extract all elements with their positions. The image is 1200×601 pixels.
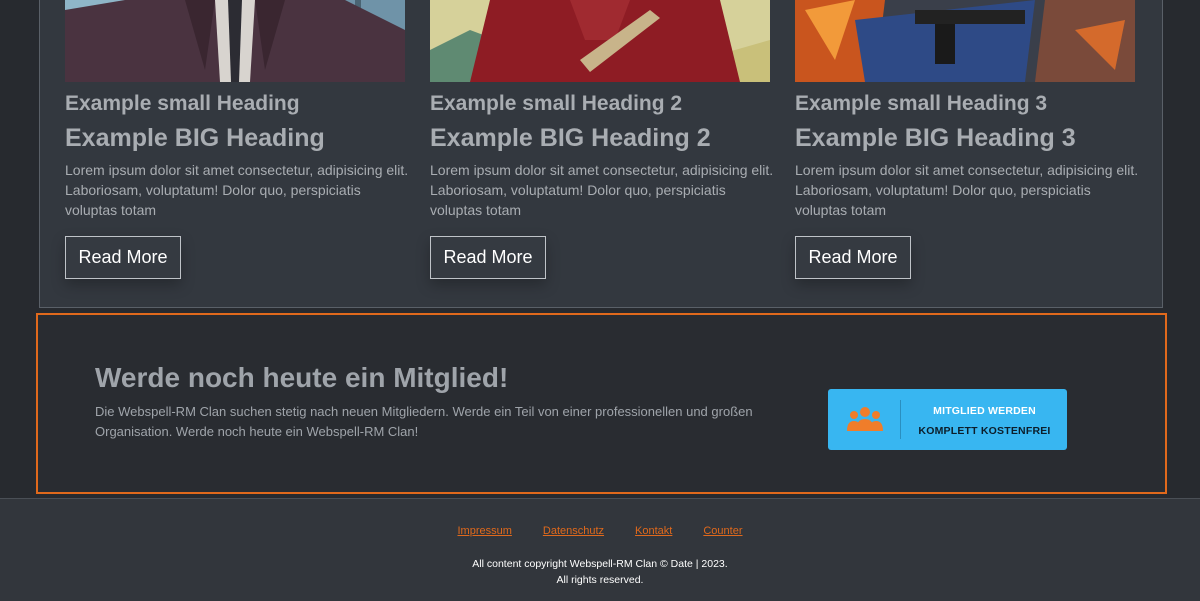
- footer-link-counter[interactable]: Counter: [703, 525, 742, 537]
- card-big-heading: Example BIG Heading: [65, 124, 325, 152]
- footer-link-impressum[interactable]: Impressum: [457, 525, 511, 537]
- banner-text: Die Webspell-RM Clan suchen stetig nach …: [95, 404, 753, 439]
- card-small-heading: Example small Heading 3: [795, 92, 1048, 115]
- card-image: [430, 0, 770, 82]
- button-label-line1: MITGLIED WERDEN: [933, 405, 1036, 417]
- card-text: Lorem ipsum dolor sit amet consectetur, …: [430, 162, 774, 218]
- card-big-heading: Example BIG Heading 3: [795, 124, 1076, 152]
- become-member-button[interactable]: MITGLIED WERDEN KOMPLETT KOSTENFREI: [828, 389, 1067, 450]
- footer-links: Impressum Datenschutz Kontakt Counter: [0, 525, 1200, 537]
- group-icon: [847, 407, 883, 431]
- card-big-heading: Example BIG Heading 2: [430, 124, 711, 152]
- footer-link-kontakt[interactable]: Kontakt: [635, 525, 672, 537]
- copyright-line2: All rights reserved.: [556, 574, 644, 586]
- card-text: Lorem ipsum dolor sit amet consectetur, …: [795, 162, 1139, 218]
- copyright-line1: All content copyright Webspell-RM Clan ©…: [472, 558, 728, 570]
- cards-section: Example small Heading Example BIG Headin…: [39, 0, 1163, 308]
- card-text: Lorem ipsum dolor sit amet consectetur, …: [65, 162, 409, 218]
- button-label-line2: KOMPLETT KOSTENFREI: [918, 425, 1051, 437]
- card-small-heading: Example small Heading 2: [430, 92, 683, 115]
- read-more-button[interactable]: Read More: [430, 236, 546, 279]
- read-more-button[interactable]: Read More: [795, 236, 911, 279]
- card-image: [795, 0, 1135, 82]
- card-image: [65, 0, 405, 82]
- footer-link-datenschutz[interactable]: Datenschutz: [543, 525, 604, 537]
- read-more-button[interactable]: Read More: [65, 236, 181, 279]
- footer: Impressum Datenschutz Kontakt Counter Al…: [0, 498, 1200, 601]
- button-divider: [900, 400, 901, 439]
- card-small-heading: Example small Heading: [65, 92, 300, 115]
- copyright: All content copyright Webspell-RM Clan ©…: [0, 556, 1200, 588]
- banner-title: Werde noch heute ein Mitglied!: [95, 362, 509, 393]
- membership-banner: Werde noch heute ein Mitglied! Die Websp…: [36, 313, 1167, 494]
